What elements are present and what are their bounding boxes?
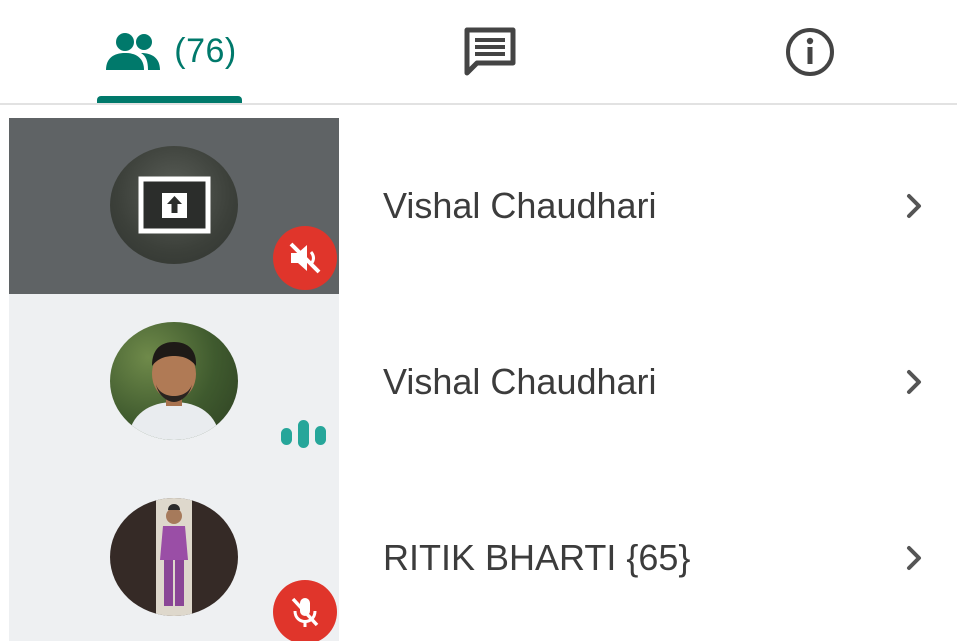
screen-share-icon (138, 176, 211, 234)
participant-row[interactable]: Vishal Chaudhari (0, 118, 957, 294)
speaking-indicator-icon (281, 420, 326, 448)
participant-count: (76) (174, 32, 237, 70)
tab-participants[interactable]: (76) (97, 0, 242, 103)
participant-tile (9, 118, 339, 294)
participant-tile (9, 470, 339, 641)
avatar (110, 146, 238, 264)
participant-name: RITIK BHARTI {65} (383, 537, 691, 578)
speaker-muted-icon (289, 242, 321, 274)
info-icon (786, 27, 834, 76)
tab-bar: (76) (0, 0, 957, 105)
avatar (110, 322, 238, 440)
profile-photo (156, 498, 192, 616)
participant-list[interactable]: Vishal Chaudhari Vishal Chaudhari RITIK … (0, 105, 957, 641)
tab-chat[interactable] (440, 0, 540, 103)
people-icon (106, 32, 161, 70)
chevron-right-icon[interactable] (896, 188, 932, 224)
profile-photo (128, 342, 220, 440)
chevron-right-icon[interactable] (896, 540, 932, 576)
chevron-right-icon[interactable] (896, 364, 932, 400)
participant-name: Vishal Chaudhari (383, 185, 657, 226)
participant-row[interactable]: RITIK BHARTI {65} (0, 470, 957, 641)
muted-badge (273, 226, 337, 290)
avatar (110, 498, 238, 616)
chat-icon (464, 27, 516, 75)
participant-name: Vishal Chaudhari (383, 361, 657, 402)
participant-row[interactable]: Vishal Chaudhari (0, 294, 957, 470)
participant-tile (9, 294, 339, 470)
mic-off-badge (273, 580, 337, 641)
active-tab-indicator (97, 96, 242, 103)
tab-info[interactable] (765, 0, 855, 103)
mic-off-icon (291, 597, 319, 627)
